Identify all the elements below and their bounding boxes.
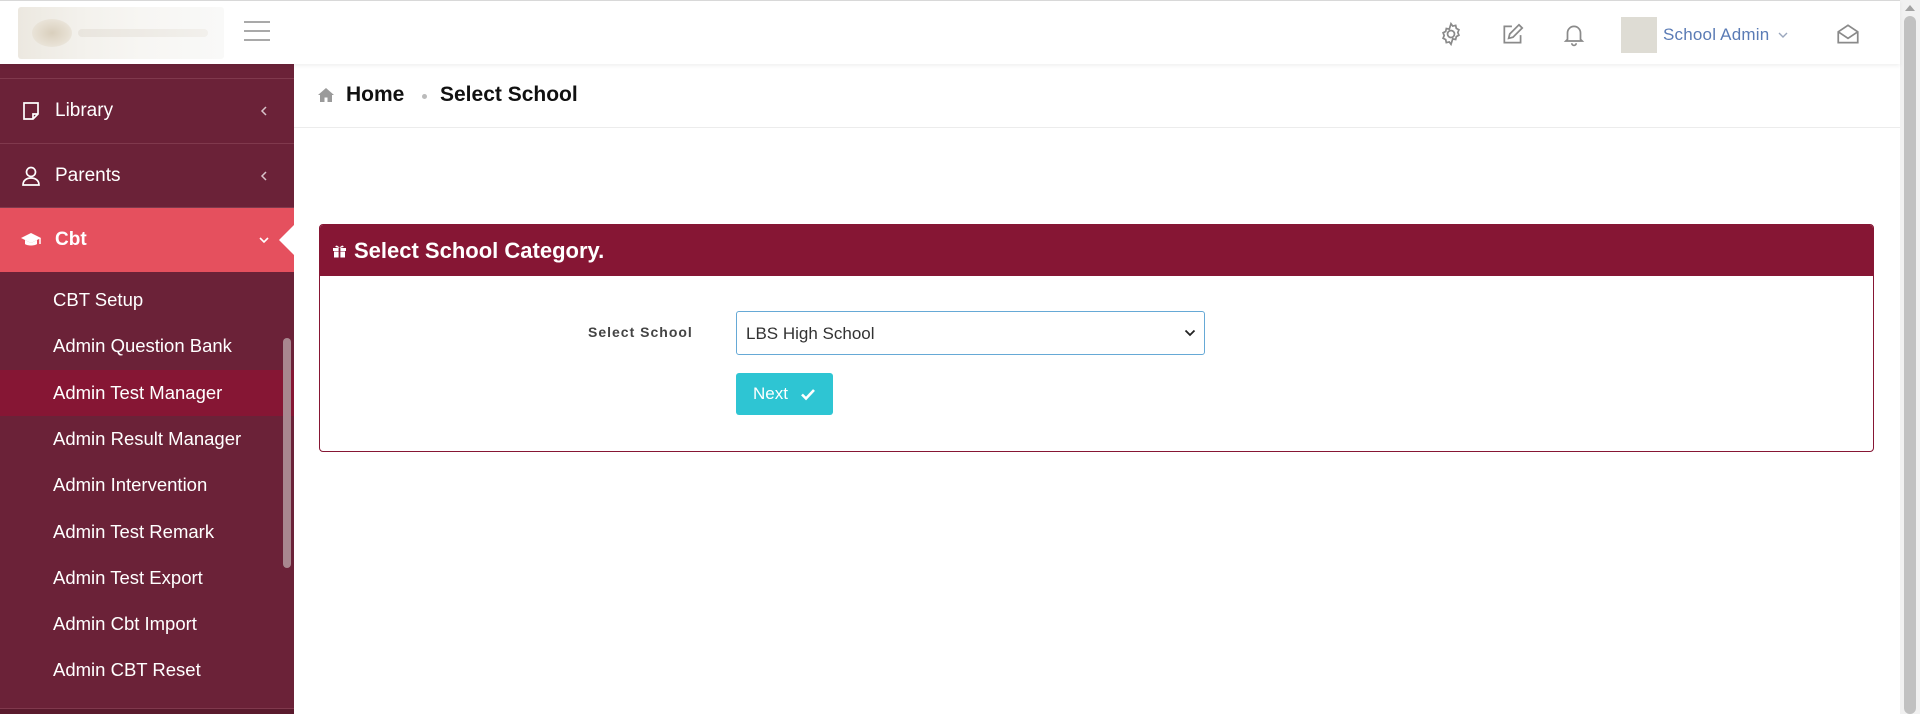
- breadcrumb: Home Select School: [294, 64, 1900, 128]
- submenu-item-label: Admin Test Manager: [53, 382, 223, 403]
- sidebar-scrollbar[interactable]: [283, 338, 291, 568]
- sidebar: Library Parents Cbt CBT Setup Admin Ques…: [0, 64, 294, 714]
- active-indicator: [279, 225, 294, 255]
- check-icon: [801, 389, 815, 401]
- sidebar-item-label: Parents: [55, 165, 121, 186]
- submenu-item-label: Admin Question Bank: [53, 335, 232, 356]
- panel-header: Select School Category.: [320, 225, 1873, 276]
- chevron-down-icon: [259, 237, 269, 244]
- cbt-submenu: CBT Setup Admin Question Bank Admin Test…: [0, 272, 294, 714]
- breadcrumb-separator: [422, 94, 427, 99]
- home-icon: [318, 88, 334, 102]
- chevron-left-icon: [260, 171, 267, 181]
- bell-icon[interactable]: [1561, 21, 1587, 47]
- avatar: [1621, 17, 1657, 53]
- submenu-item-label: CBT Setup: [53, 289, 144, 310]
- school-select[interactable]: LBS High School: [736, 311, 1205, 355]
- sidebar-item-label: Cbt: [55, 229, 87, 250]
- school-logo[interactable]: [18, 7, 224, 59]
- submenu-item-admin-test-remark[interactable]: Admin Test Remark: [0, 509, 294, 555]
- next-button-label: Next: [753, 384, 788, 403]
- graduation-cap-icon: [21, 233, 41, 246]
- submenu-item-admin-result-manager[interactable]: Admin Result Manager: [0, 416, 294, 462]
- submenu-item-admin-test-export[interactable]: Admin Test Export: [0, 555, 294, 601]
- submenu-item-label: Admin Result Manager: [53, 428, 242, 449]
- settings-icon[interactable]: [1438, 21, 1464, 47]
- gift-icon: [333, 245, 346, 258]
- notepad-icon: [23, 102, 39, 120]
- chevron-down-icon: [1184, 329, 1196, 337]
- submenu-item-label: Admin Test Export: [53, 567, 203, 588]
- select-school-panel: Select School Category. Select School LB…: [319, 224, 1874, 452]
- panel-title: Select School Category.: [354, 238, 605, 263]
- submenu-item-label: Admin Test Remark: [53, 521, 215, 542]
- select-school-label: Select School: [588, 324, 693, 340]
- sidebar-item-label: Library: [55, 100, 114, 121]
- breadcrumb-home-link[interactable]: Home: [346, 83, 404, 107]
- envelope-open-icon[interactable]: [1835, 21, 1861, 47]
- top-header: School Admin: [0, 0, 1900, 64]
- submenu-item-admin-intervention[interactable]: Admin Intervention: [0, 462, 294, 508]
- sidebar-item-parents[interactable]: Parents: [0, 144, 294, 208]
- submenu-item-admin-cbt-import[interactable]: Admin Cbt Import: [0, 601, 294, 647]
- submenu-item-label: Admin Intervention: [53, 474, 208, 495]
- school-select-value: LBS High School: [746, 324, 875, 343]
- sidebar-item-cbt[interactable]: Cbt: [0, 208, 294, 272]
- user-icon: [22, 166, 40, 186]
- sidebar-item-library[interactable]: Library: [0, 79, 294, 143]
- submenu-item-cbt-setup[interactable]: CBT Setup: [0, 277, 294, 323]
- page-title: Select School: [440, 83, 578, 106]
- submenu-item-label: Admin CBT Reset: [53, 659, 201, 680]
- submenu-item-label: Admin Cbt Import: [53, 613, 197, 634]
- submenu-item-admin-cbt-reset[interactable]: Admin CBT Reset: [0, 647, 294, 693]
- chevron-left-icon: [260, 106, 267, 116]
- menu-toggle-icon[interactable]: [244, 21, 270, 45]
- page-scrollbar[interactable]: [1900, 0, 1920, 714]
- user-menu[interactable]: School Admin: [1621, 17, 1789, 53]
- chevron-down-icon: [1778, 32, 1788, 38]
- user-name: School Admin: [1663, 25, 1770, 44]
- submenu-item-admin-test-manager[interactable]: Admin Test Manager: [0, 370, 294, 416]
- next-button[interactable]: Next: [736, 373, 833, 415]
- edit-icon[interactable]: [1500, 21, 1526, 47]
- submenu-item-admin-question-bank[interactable]: Admin Question Bank: [0, 323, 294, 369]
